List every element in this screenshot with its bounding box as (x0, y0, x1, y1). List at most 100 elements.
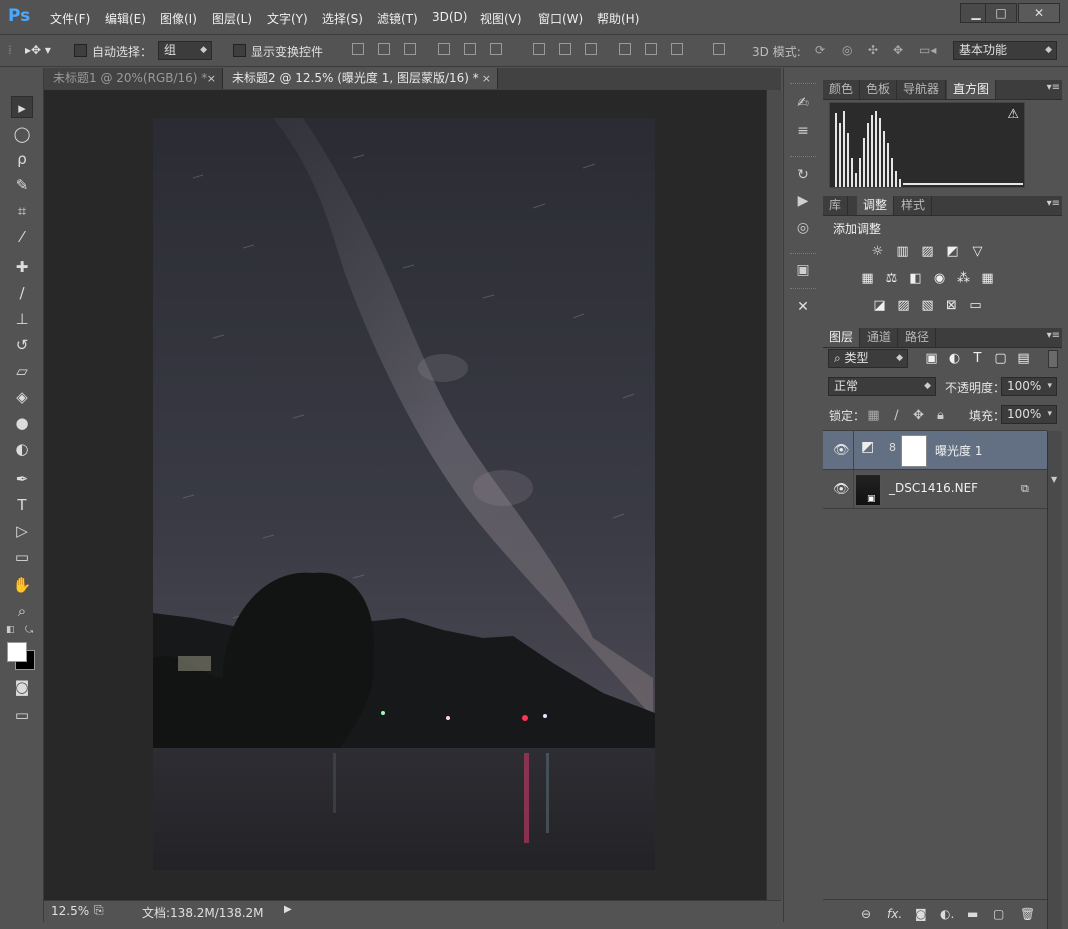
threshold-icon[interactable]: ▧ (920, 298, 935, 313)
selective-color-icon[interactable]: ▭ (968, 298, 983, 313)
status-menu-arrow[interactable]: ▶ (284, 904, 292, 915)
panel-menu-icon[interactable]: ▾≡ (1047, 82, 1060, 93)
export-icon[interactable]: ⎘ (94, 903, 104, 918)
menu-view[interactable]: 视图(V) (480, 10, 522, 27)
distribute-left-icon[interactable] (619, 43, 631, 55)
lock-pixels-icon[interactable]: ∕ (889, 408, 904, 423)
menu-window[interactable]: 窗口(W) (538, 10, 583, 27)
close-tab-icon[interactable]: × (482, 68, 491, 89)
clone-stamp-tool-icon[interactable]: ⊥ (11, 308, 33, 330)
distribute-right-icon[interactable] (671, 43, 683, 55)
3d-slide-icon[interactable]: ✥ (893, 43, 903, 57)
auto-select-checkbox[interactable] (74, 44, 87, 57)
dodge-tool-icon[interactable]: ◐ (11, 438, 33, 460)
default-colors-icon[interactable]: ◧ (6, 625, 15, 635)
invert-icon[interactable]: ◪ (872, 298, 887, 313)
show-transform-checkbox[interactable] (233, 44, 246, 57)
filter-toggle[interactable] (1048, 350, 1058, 368)
quick-mask-icon[interactable]: ◙ (11, 676, 33, 698)
brush-presets-icon[interactable]: ✍ (793, 93, 813, 113)
vertical-scrollbar[interactable] (766, 90, 782, 900)
history-brush-tool-icon[interactable]: ↺ (11, 334, 33, 356)
black-white-icon[interactable]: ◧ (908, 271, 923, 286)
blur-tool-icon[interactable]: ● (11, 412, 33, 434)
fill-input[interactable]: 100% ▾ (1001, 405, 1057, 424)
lasso-tool-icon[interactable]: ρ (11, 148, 33, 170)
quick-select-tool-icon[interactable]: ✎ (11, 174, 33, 196)
levels-icon[interactable]: ▥ (895, 244, 910, 259)
layer-row-exposure[interactable]: 👁︎ ◩ 8 曝光度 1 (823, 431, 1047, 470)
add-mask-icon[interactable]: ◙ (915, 907, 927, 921)
eraser-tool-icon[interactable]: ▱ (11, 360, 33, 382)
tab-styles[interactable]: 样式 (895, 196, 933, 215)
channel-mixer-icon[interactable]: ⁂ (956, 271, 971, 286)
histogram-warning-icon[interactable]: ⚠ (1007, 107, 1019, 122)
curves-icon[interactable]: ▨ (920, 244, 935, 259)
menu-layer[interactable]: 图层(L) (212, 10, 252, 27)
tab-swatches[interactable]: 色板 (860, 80, 898, 99)
align-right-icon[interactable] (490, 43, 502, 55)
blend-mode-dropdown[interactable]: 正常 ◆ (828, 377, 936, 396)
brush-tool-icon[interactable]: ∕ (11, 282, 33, 304)
healing-brush-tool-icon[interactable]: ✚ (11, 256, 33, 278)
lock-all-icon[interactable]: 🔒︎ (933, 408, 948, 423)
history-icon[interactable]: ↻ (793, 165, 813, 185)
delete-layer-icon[interactable]: 🗑︎ (1020, 907, 1035, 921)
move-tool-icon[interactable]: ▸ (11, 96, 33, 118)
paint-bucket-tool-icon[interactable]: ◈ (11, 386, 33, 408)
zoom-level[interactable]: 12.5% (51, 904, 89, 918)
menu-type[interactable]: 文字(Y) (267, 10, 308, 27)
menu-image[interactable]: 图像(I) (160, 10, 197, 27)
tab-layers[interactable]: 图层 (823, 328, 861, 347)
distribute-hcenter-icon[interactable] (645, 43, 657, 55)
filter-shape-icon[interactable]: ▢ (993, 351, 1008, 366)
tool-presets-icon[interactable]: ✕ (793, 297, 813, 317)
layers-scrollbar[interactable]: ▼ (1047, 431, 1062, 929)
new-layer-icon[interactable]: ▢ (993, 907, 1004, 921)
new-group-icon[interactable]: ▬ (967, 907, 978, 921)
brightness-contrast-icon[interactable]: ☼ (870, 244, 885, 259)
layer-mask-thumbnail[interactable] (901, 435, 927, 467)
3d-icon[interactable]: ◎ (793, 218, 813, 238)
color-balance-icon[interactable]: ⚖ (884, 271, 899, 286)
workspace-dropdown[interactable]: 基本功能 ◆ (953, 41, 1057, 60)
brush-settings-icon[interactable]: ≡ (793, 121, 813, 141)
distribute-vcenter-icon[interactable] (559, 43, 571, 55)
panel-menu-icon[interactable]: ▾≡ (1047, 330, 1060, 341)
pen-tool-icon[interactable]: ✒ (11, 468, 33, 490)
tab-doc-1[interactable]: 未标题1 @ 20%(RGB/16) * × (44, 68, 223, 89)
eyedropper-tool-icon[interactable]: ⁄ (11, 226, 33, 248)
menu-help[interactable]: 帮助(H) (597, 10, 639, 27)
tab-color[interactable]: 颜色 (823, 80, 861, 99)
tab-doc-2[interactable]: 未标题2 @ 12.5% (曝光度 1, 图层蒙版/16) * × (223, 68, 498, 89)
foreground-color-swatch[interactable] (7, 642, 27, 662)
new-adjustment-layer-icon[interactable]: ◐. (940, 907, 954, 921)
exposure-icon[interactable]: ◩ (945, 244, 960, 259)
menu-filter[interactable]: 滤镜(T) (377, 10, 418, 27)
panel-menu-icon[interactable]: ▾≡ (1047, 198, 1060, 209)
align-hcenter-icon[interactable] (464, 43, 476, 55)
lock-position-icon[interactable]: ✥ (911, 408, 926, 423)
tab-adjustments[interactable]: 调整 (857, 196, 895, 215)
tab-channels[interactable]: 通道 (861, 328, 899, 347)
visibility-eye-icon[interactable]: 👁︎ (833, 443, 850, 458)
layer-filter-dropdown[interactable]: ⌕ 类型 ◆ (828, 349, 908, 368)
close-window-button[interactable]: ✕ (1018, 3, 1060, 23)
filter-smart-object-icon[interactable]: ▤ (1016, 351, 1031, 366)
link-chain-icon[interactable]: 8 (889, 441, 896, 454)
tab-libraries[interactable]: 库 (823, 196, 849, 215)
distribute-top-icon[interactable] (533, 43, 545, 55)
filter-pixel-icon[interactable]: ▣ (924, 351, 939, 366)
filter-adjustment-icon[interactable]: ◐ (947, 351, 962, 366)
document-image[interactable] (153, 118, 655, 870)
lock-transparent-icon[interactable]: ▦ (866, 408, 881, 423)
auto-select-dropdown[interactable]: 组 ◆ (158, 41, 212, 60)
gradient-map-icon[interactable]: ⊠ (944, 298, 959, 313)
tab-histogram[interactable]: 直方图 (947, 80, 997, 99)
vibrance-icon[interactable]: ▽ (970, 244, 985, 259)
opacity-input[interactable]: 100% ▾ (1001, 377, 1057, 396)
crop-tool-icon[interactable]: ⌗ (11, 200, 33, 222)
scroll-arrow-icon[interactable]: ▼ (1051, 475, 1057, 484)
layer-style-fx-icon[interactable]: fx. (887, 907, 902, 921)
hue-saturation-icon[interactable]: ▦ (860, 271, 875, 286)
